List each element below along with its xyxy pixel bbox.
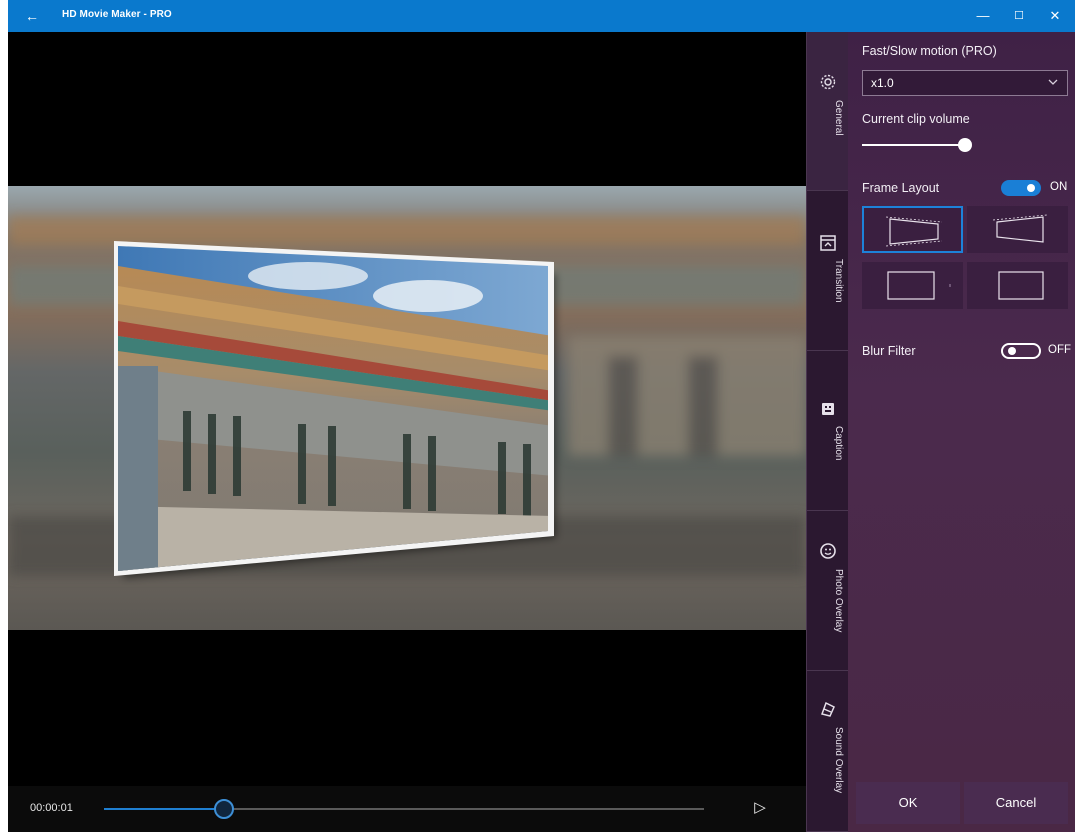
settings-panel: Fast/Slow motion (PRO) x1.0 Current clip… (848, 32, 1075, 832)
close-button[interactable]: ✕ (1040, 6, 1070, 26)
tab-sound-overlay-label: Sound Overlay (833, 727, 844, 794)
gear-icon (820, 74, 836, 90)
window-title: HD Movie Maker - PRO (62, 9, 172, 20)
play-button[interactable]: ▷ (748, 796, 772, 820)
smiley-icon (820, 543, 836, 559)
volume-fill (862, 144, 965, 146)
seek-progress (104, 808, 224, 810)
blur-filter-label: Blur Filter (862, 344, 916, 358)
cancel-button[interactable]: Cancel (964, 782, 1068, 824)
frame-layout-toggle-knob (1027, 184, 1035, 192)
tab-general-label: General (833, 100, 844, 136)
volume-slider[interactable] (862, 138, 1068, 152)
volume-thumb[interactable] (958, 138, 972, 152)
back-arrow-icon: ← (25, 8, 39, 24)
tab-sound-overlay[interactable]: Sound Overlay (806, 671, 848, 832)
maximize-button[interactable]: ☐ (1004, 6, 1034, 26)
title-bar: ← HD Movie Maker - PRO — ☐ ✕ (8, 0, 1075, 32)
tab-caption-label: Caption (833, 426, 844, 461)
play-icon: ▷ (754, 799, 766, 816)
maximize-icon: ☐ (1014, 10, 1024, 22)
ok-button[interactable]: OK (856, 782, 960, 824)
speed-value: x1.0 (871, 76, 894, 90)
frame-layout-toggle[interactable] (1001, 180, 1041, 196)
blur-filter-toggle-knob (1008, 347, 1016, 355)
frame-layout-option-4[interactable] (967, 262, 1068, 309)
side-tabs: General Transition Caption Photo Overlay… (806, 32, 848, 832)
frame-layout-grid (862, 206, 1068, 310)
chevron-down-icon (1048, 79, 1058, 85)
tab-transition-label: Transition (833, 259, 844, 303)
playback-bar: 00:00:01 ▷ (8, 786, 806, 832)
minimize-button[interactable]: — (968, 6, 998, 26)
frame-layout-state: ON (1050, 181, 1068, 193)
frame-layout-option-1[interactable] (862, 206, 963, 253)
blur-filter-toggle[interactable] (1001, 343, 1041, 359)
sound-overlay-icon (821, 701, 835, 717)
tab-photo-overlay-label: Photo Overlay (833, 569, 844, 633)
transition-icon (820, 235, 836, 251)
tab-general[interactable]: General (806, 32, 848, 191)
seek-slider[interactable] (104, 799, 704, 819)
tab-photo-overlay[interactable]: Photo Overlay (806, 511, 848, 671)
speed-dropdown[interactable]: x1.0 (862, 70, 1068, 96)
frame-layout-option-2[interactable] (967, 206, 1068, 253)
blur-filter-state: OFF (1048, 344, 1071, 356)
tab-caption[interactable]: Caption (806, 351, 848, 511)
flat-frame-layout-icon (887, 271, 951, 300)
frame-layout-label: Frame Layout (862, 181, 940, 195)
frame-layout-option-3[interactable] (862, 262, 963, 309)
video-frame (8, 186, 806, 630)
minimize-icon: — (976, 8, 990, 23)
video-preview: 00:00:01 ▷ (8, 32, 806, 832)
back-button[interactable]: ← (20, 6, 44, 26)
close-icon: ✕ (1049, 8, 1061, 23)
tab-transition[interactable]: Transition (806, 191, 848, 351)
seek-thumb[interactable] (214, 799, 234, 819)
caption-icon (822, 403, 834, 415)
perspective-left-layout-icon (885, 216, 943, 247)
app-window: ← HD Movie Maker - PRO — ☐ ✕ 00:00:01 ▷ … (8, 0, 1075, 832)
current-time: 00:00:01 (30, 802, 73, 814)
speed-label: Fast/Slow motion (PRO) (862, 44, 997, 58)
preview-image (8, 186, 806, 630)
volume-label: Current clip volume (862, 112, 970, 126)
plain-frame-layout-icon (998, 271, 1044, 300)
perspective-right-layout-icon (992, 214, 1048, 243)
